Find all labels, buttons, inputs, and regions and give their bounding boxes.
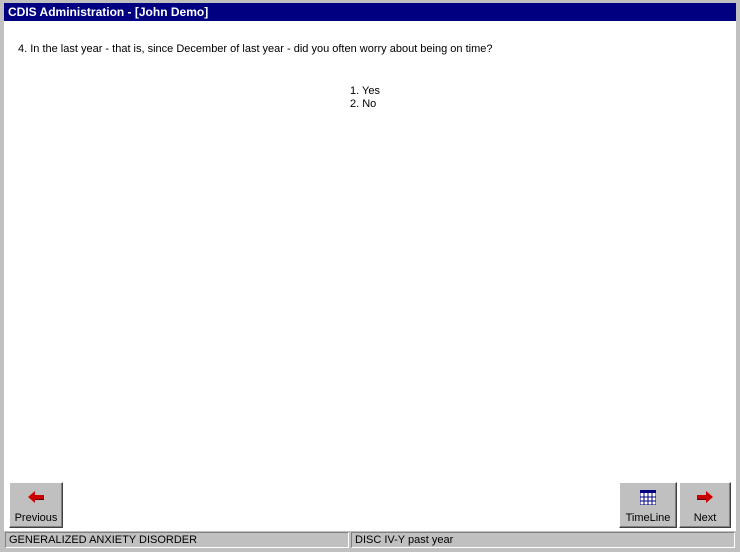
app-window: CDIS Administration - [John Demo] 4. In … <box>0 0 740 552</box>
answer-option-no[interactable]: 2. No <box>350 98 380 111</box>
title-bar[interactable]: CDIS Administration - [John Demo] <box>4 3 736 21</box>
previous-button[interactable]: Previous <box>9 482 63 528</box>
navigation-bar: Previous TimeLine Next <box>5 480 735 530</box>
timeline-button[interactable]: TimeLine <box>619 482 677 528</box>
window-frame-left <box>0 0 4 552</box>
status-bar: GENERALIZED ANXIETY DISORDER DISC IV-Y p… <box>4 531 736 549</box>
timeline-label: TimeLine <box>625 512 671 524</box>
next-label: Next <box>693 512 717 524</box>
answer-option-yes[interactable]: 1. Yes <box>350 85 380 98</box>
window-title: CDIS Administration - [John Demo] <box>8 5 209 19</box>
left-arrow-icon <box>10 489 62 505</box>
question-text: 4. In the last year - that is, since Dec… <box>18 43 493 55</box>
question-panel: 4. In the last year - that is, since Dec… <box>5 22 735 477</box>
status-instrument: DISC IV-Y past year <box>351 532 735 548</box>
calendar-icon <box>620 489 676 505</box>
right-arrow-icon <box>680 489 730 505</box>
answer-options: 1. Yes 2. No <box>350 85 380 111</box>
status-module: GENERALIZED ANXIETY DISORDER <box>5 532 349 548</box>
next-button[interactable]: Next <box>679 482 731 528</box>
previous-label: Previous <box>14 512 58 524</box>
window-frame-right <box>736 0 740 552</box>
